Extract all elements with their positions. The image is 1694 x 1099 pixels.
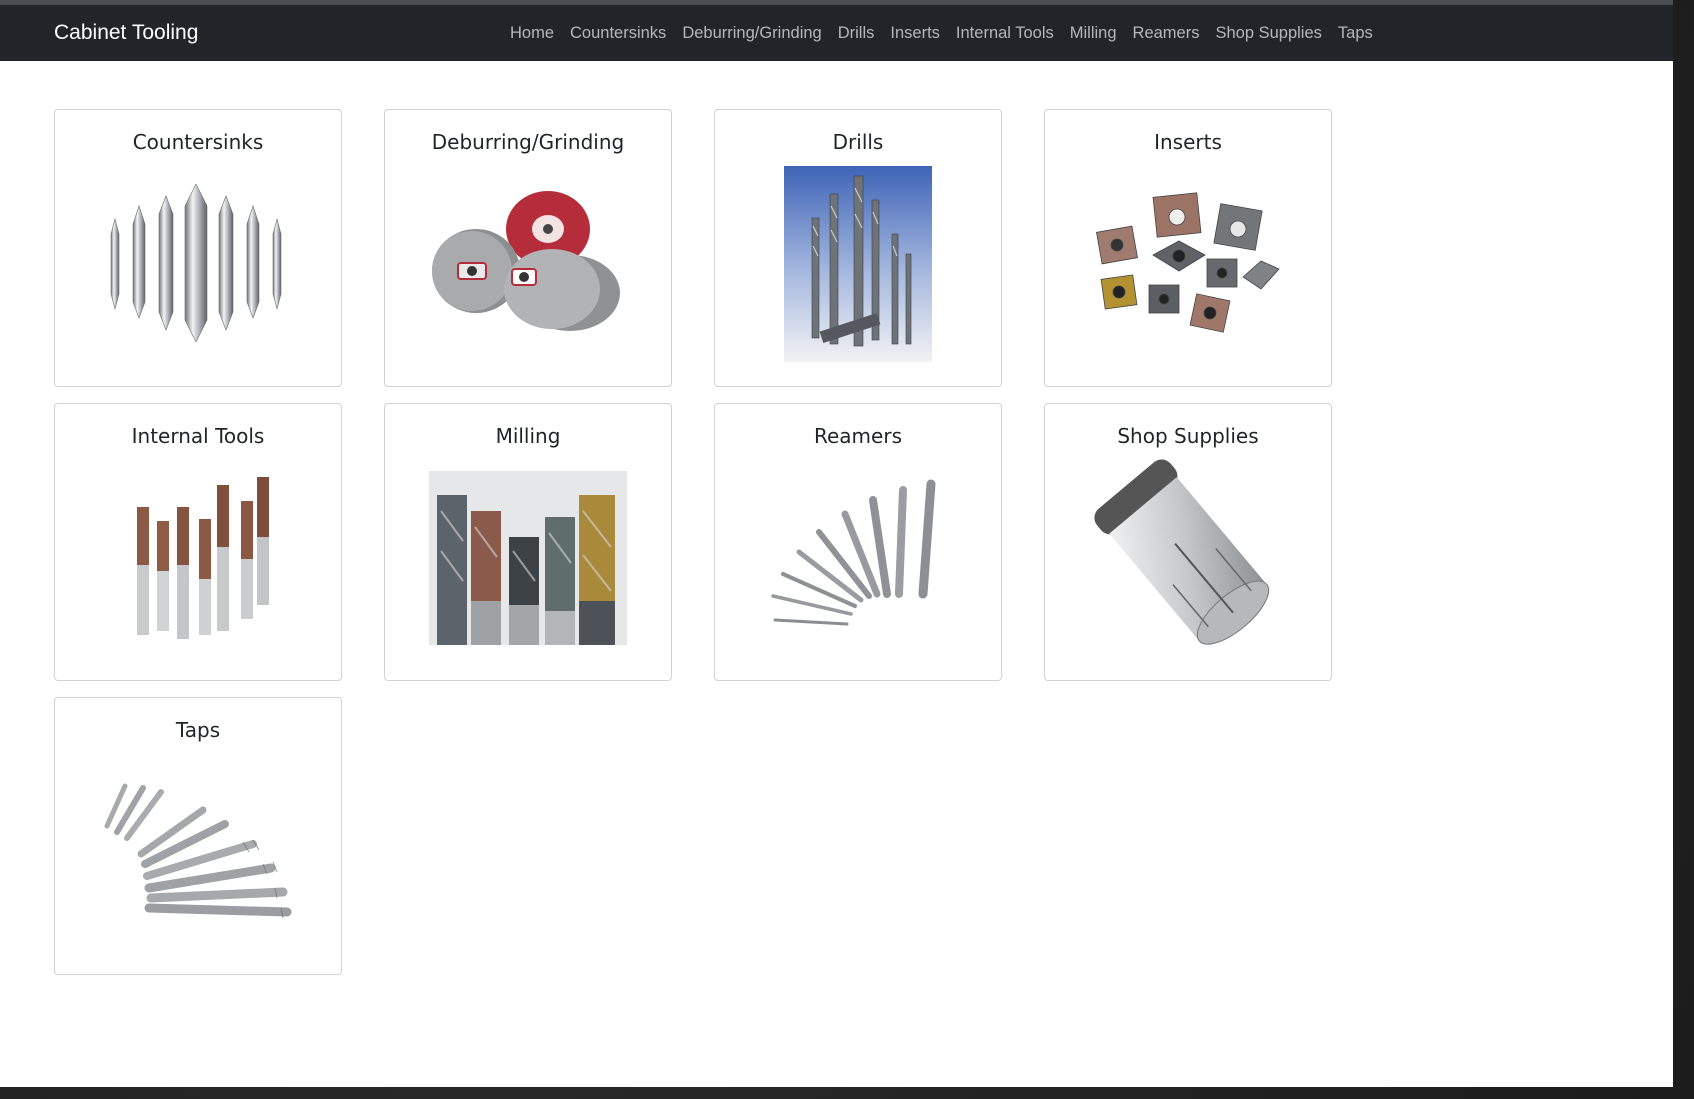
card-title: Taps: [175, 718, 221, 742]
nav-link-countersinks[interactable]: Countersinks: [562, 24, 674, 43]
nav-link-taps[interactable]: Taps: [1330, 24, 1381, 43]
navbar: Cabinet Tooling Home Countersinks Deburr…: [0, 5, 1673, 61]
collet-image: [1088, 458, 1288, 658]
category-card-countersinks[interactable]: Countersinks: [54, 109, 342, 387]
category-card-taps[interactable]: Taps: [54, 697, 342, 975]
nav-link-drills[interactable]: Drills: [830, 24, 883, 43]
nav-link-inserts[interactable]: Inserts: [882, 24, 948, 43]
category-card-shop-supplies[interactable]: Shop Supplies: [1044, 403, 1332, 681]
card-title: Drills: [832, 130, 884, 154]
browser-viewport: Cabinet Tooling Home Countersinks Deburr…: [0, 0, 1673, 1087]
card-title: Reamers: [814, 424, 902, 448]
taps-image: [98, 752, 298, 952]
nav-link-internal-tools[interactable]: Internal Tools: [948, 24, 1062, 43]
nav-links: Home Countersinks Deburring/Grinding Dri…: [502, 5, 1381, 61]
nav-link-milling[interactable]: Milling: [1062, 24, 1125, 43]
card-title: Deburring/Grinding: [431, 130, 625, 154]
nav-link-home[interactable]: Home: [502, 24, 562, 43]
grinding-wheels-image: [428, 164, 628, 364]
nav-link-reamers[interactable]: Reamers: [1125, 24, 1208, 43]
end-mills-image: [428, 458, 628, 658]
card-title: Countersinks: [132, 130, 264, 154]
brand-link[interactable]: Cabinet Tooling: [54, 5, 198, 61]
internal-tools-image: [98, 458, 298, 658]
nav-link-deburring-grinding[interactable]: Deburring/Grinding: [674, 24, 829, 43]
countersinks-image: [98, 164, 298, 364]
category-card-inserts[interactable]: Inserts: [1044, 109, 1332, 387]
category-card-deburring-grinding[interactable]: Deburring/Grinding: [384, 109, 672, 387]
category-card-reamers[interactable]: Reamers: [714, 403, 1002, 681]
category-card-internal-tools[interactable]: Internal Tools: [54, 403, 342, 681]
card-title: Milling: [495, 424, 561, 448]
inserts-image: [1088, 164, 1288, 364]
category-card-drills[interactable]: Drills: [714, 109, 1002, 387]
card-title: Inserts: [1154, 130, 1222, 154]
nav-link-shop-supplies[interactable]: Shop Supplies: [1207, 24, 1329, 43]
category-card-milling[interactable]: Milling: [384, 403, 672, 681]
card-title: Internal Tools: [131, 424, 265, 448]
category-grid: Countersinks Deburring/Grinding Drills I…: [54, 109, 1332, 975]
reamers-image: [758, 458, 958, 658]
drills-image: [758, 164, 958, 364]
card-title: Shop Supplies: [1117, 424, 1259, 448]
